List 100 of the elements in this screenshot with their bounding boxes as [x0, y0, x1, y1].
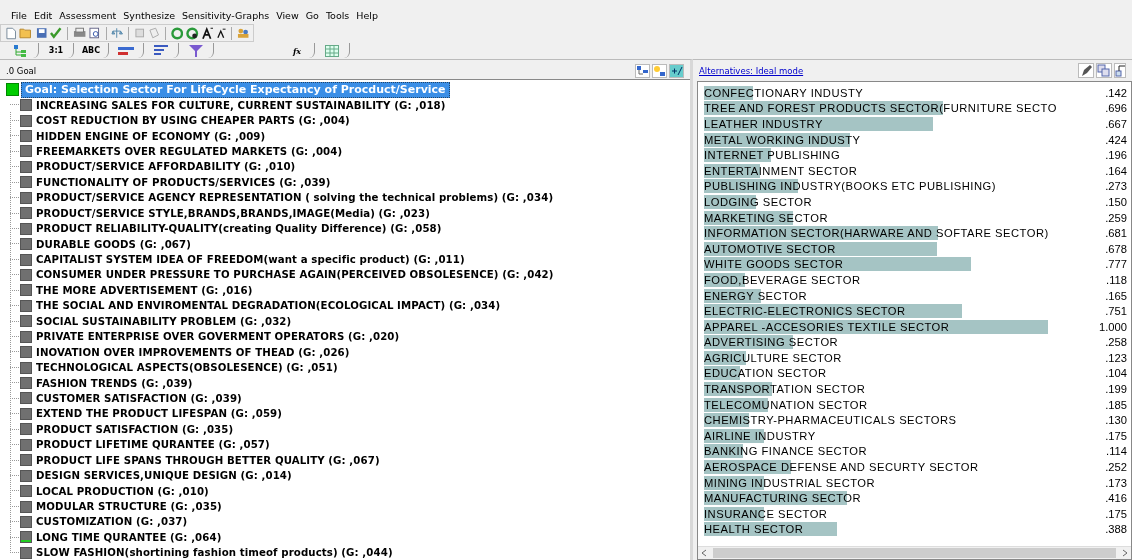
alternative-name: INTERNET PUBLISHING — [704, 148, 841, 163]
alternative-name: AUTOMOTIVE SECTOR — [704, 241, 836, 256]
criterion-node[interactable]: EXTEND THE PRODUCT LIFESPAN (G: ,059) — [36, 408, 283, 420]
criterion-node[interactable]: CONSUMER UNDER PRESSURE TO PURCHASE AGAIN(PERCEIVED OBSOLESENCE) (G: ,042) — [36, 269, 554, 281]
menu-item[interactable]: File — [11, 10, 27, 24]
menu-item[interactable]: View — [276, 10, 299, 24]
criterion-node[interactable]: PRODUCT RELIABILITY-QUALITY(creating Quality Difference) (G: ,058) — [36, 223, 442, 235]
criterion-node[interactable]: LOCAL PRODUCTION (G: ,010) — [36, 485, 209, 497]
balance-icon[interactable] — [111, 27, 123, 39]
alternative-value: .273 — [1105, 179, 1127, 194]
horizontal-scrollbar[interactable] — [698, 546, 1131, 559]
scroll-left-icon[interactable] — [701, 549, 707, 557]
criterion-node[interactable]: PRODUCT/SERVICE AFFORDABILITY (G: ,010) — [36, 161, 296, 173]
folder-icon[interactable] — [19, 27, 33, 39]
alternative-name: TRANSPORTATION SECTOR — [704, 382, 866, 397]
printer-icon[interactable] — [72, 27, 87, 39]
alternative-name: AGRICULTURE SECTOR — [704, 350, 842, 365]
alternative-value: .173 — [1105, 475, 1127, 490]
alternative-value: .416 — [1105, 491, 1127, 506]
criterion-node[interactable]: SLOW FASHION(shortining fashion timeof products) (G: ,044) — [36, 547, 393, 559]
alternative-value: .175 — [1105, 428, 1127, 443]
criterion-node[interactable]: DESIGN SERVICES,UNIQUE DESIGN (G: ,014) — [36, 470, 292, 482]
criterion-node[interactable]: PRODUCT/SERVICE AGENCY REPRESENTATION ( solving the technical problems) (G: ,034) — [36, 192, 554, 204]
bar-chart-icon — [154, 45, 168, 56]
alternative-value: .175 — [1105, 506, 1127, 521]
save-icon[interactable] — [35, 27, 48, 39]
tree-icon — [14, 44, 28, 57]
funnel-icon — [189, 44, 203, 57]
criterion-node[interactable]: PRIVATE ENTERPRISE OVER GOVERMENT OPERATORS (G: ,020) — [36, 331, 400, 343]
font-larger-icon[interactable] — [201, 26, 214, 40]
alternative-name: FOOD,BEVERAGE SECTOR — [704, 272, 861, 287]
criterion-node[interactable]: HIDDEN ENGINE OF ECONOMY (G: ,009) — [36, 130, 266, 142]
alternative-name: ELECTRIC-ELECTRONICS SECTOR — [704, 304, 906, 319]
criterion-node[interactable]: CUSTOMER SATISFACTION (G: ,039) — [36, 392, 242, 404]
alternative-name: PUBLISHING INDUSTRY(BOOKS ETC PUBLISHING) — [704, 179, 996, 194]
alternative-name: ENERGY SECTOR — [704, 288, 808, 303]
criterion-node[interactable]: PRODUCT SATISFACTION (G: ,035) — [36, 423, 234, 435]
scroll-right-icon[interactable] — [1122, 549, 1128, 557]
criterion-node[interactable]: TECHNOLOGICAL ASPECTS(OBSOLESENCE) (G: ,051) — [36, 362, 338, 374]
alternative-name: ADVERTISING SECTOR — [704, 335, 839, 350]
menu-item[interactable]: Edit — [33, 10, 53, 24]
refresh-icon[interactable] — [186, 26, 199, 40]
alternative-value: .696 — [1105, 101, 1127, 116]
pane-title: .0 Goal — [6, 65, 37, 76]
alternative-value: .104 — [1105, 366, 1127, 381]
alternative-name: METAL WORKING INDUSTY — [704, 132, 861, 147]
criterion-node[interactable]: MODULAR STRUCTURE (G: ,035) — [36, 501, 222, 513]
alternative-name: CHEMISTRY-PHARMACEUTICALS SECTORS — [704, 413, 957, 428]
menu-item[interactable]: Synthesize — [123, 10, 175, 24]
alternatives-link[interactable]: Alternatives: Ideal mode — [699, 65, 804, 76]
alternative-value: .130 — [1105, 413, 1127, 428]
bars-icon — [118, 45, 134, 56]
criterion-node[interactable]: CAPITALIST SYSTEM IDEA OF FREEDOM(want a specific product) (G: ,011) — [36, 254, 465, 266]
node-icon[interactable] — [652, 63, 667, 78]
alternative-value: .196 — [1105, 148, 1127, 163]
alternative-value: .678 — [1105, 241, 1127, 256]
criterion-node[interactable]: INCREASING SALES FOR CULTURE, CURRENT SUSTAINABILITY (G: ,018) — [36, 99, 446, 111]
copy-icon[interactable] — [1096, 63, 1112, 78]
alternative-name: AIRLINE INDUSTRY — [704, 428, 816, 443]
alternative-name: WHITE GOODS SECTOR — [704, 257, 844, 272]
menu-item[interactable]: Assessment — [59, 10, 117, 24]
alternative-name: APPAREL -ACCESORIES TEXTILE SECTOR — [704, 319, 950, 334]
criterion-node[interactable]: INOVATION OVER IMPROVEMENTS OF THEAD (G: ,026) — [36, 346, 350, 358]
menu-item[interactable]: Go — [305, 10, 319, 24]
alternative-name: MANUFACTURING SECTOR — [704, 491, 862, 506]
print-preview-icon[interactable] — [89, 27, 101, 39]
criterion-node[interactable]: THE SOCIAL AND ENVIROMENTAL DEGRADATION(ECOLOGICAL IMPACT) (G: ,034) — [36, 300, 501, 312]
criterion-node[interactable]: LONG TIME QURANTEE (G: ,064) — [36, 531, 222, 543]
network-icon[interactable] — [1114, 63, 1126, 78]
criterion-node[interactable]: CUSTOMIZATION (G: ,037) — [36, 516, 188, 528]
criterion-node[interactable]: DURABLE GOODS (G: ,067) — [36, 238, 191, 250]
criterion-node[interactable]: COST REDUCTION BY USING CHEAPER PARTS (G: ,004) — [36, 115, 350, 127]
alternative-name: HEALTH SECTOR — [704, 522, 804, 537]
font-smaller-icon[interactable] — [216, 27, 226, 39]
criterion-node[interactable]: PRODUCT/SERVICE STYLE,BRANDS,BRANDS,IMAGE(Media) (G: ,023) — [36, 207, 430, 219]
grid-icon — [325, 44, 339, 57]
criterion-node[interactable]: THE MORE ADVERTISEMENT (G: ,016) — [36, 284, 253, 296]
pen-icon[interactable] — [1078, 63, 1094, 78]
people-icon[interactable] — [236, 27, 249, 39]
menu-item[interactable]: Help — [356, 10, 378, 24]
criterion-node[interactable]: PRODUCT LIFETIME QURANTEE (G: ,057) — [36, 439, 270, 451]
add-node-icon[interactable] — [669, 63, 684, 78]
menu-item[interactable]: Sensitivity-Graphs — [182, 10, 270, 24]
alternative-name: INFORMATION SECTOR(HARWARE AND SOFTARE SECTOR) — [704, 226, 1049, 241]
alternative-value: .118 — [1106, 272, 1127, 287]
alternative-value: .252 — [1105, 460, 1127, 475]
tree-view-icon[interactable] — [635, 63, 650, 78]
menu-item[interactable]: Tools — [325, 10, 350, 24]
criterion-node[interactable]: SOCIAL SUSTAINABILITY PROBLEM (G: ,032) — [36, 315, 292, 327]
alternative-name: ENTERTAINMENT SECTOR — [704, 163, 858, 178]
alternative-value: .199 — [1105, 382, 1127, 397]
alternative-name: TREE AND FOREST PRODUCTS SECTOR(FURNITURE SECTO — [704, 101, 1057, 116]
criterion-node[interactable]: FUNCTIONALITY OF PRODUCTS/SERVICES (G: ,039) — [36, 176, 331, 188]
alternative-value: .164 — [1105, 163, 1127, 178]
check-icon[interactable] — [50, 27, 62, 39]
criterion-node[interactable]: FASHION TRENDS (G: ,039) — [36, 377, 193, 389]
alternative-name: EDUCATION SECTOR — [704, 366, 827, 381]
new-file-icon[interactable] — [5, 26, 17, 40]
criterion-node[interactable]: PRODUCT LIFE SPANS THROUGH BETTER QUALITY (G: ,067) — [36, 454, 380, 466]
criterion-node[interactable]: FREEMARKETS OVER REGULATED MARKETS (G: ,004) — [36, 145, 343, 157]
